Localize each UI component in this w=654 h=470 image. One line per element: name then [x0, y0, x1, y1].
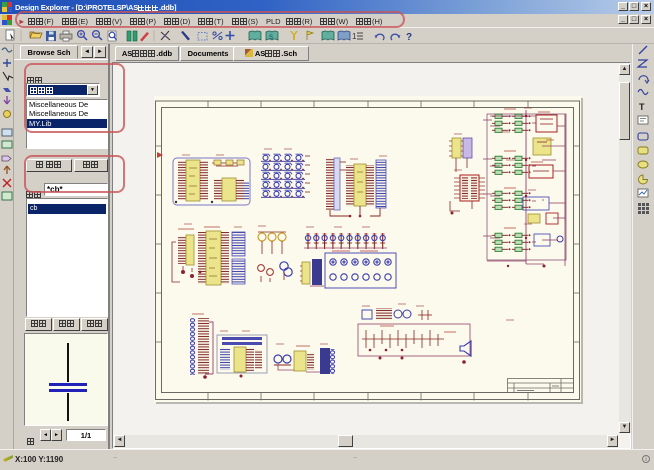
- svg-text:?: ?: [406, 32, 412, 43]
- svg-text:T: T: [639, 102, 645, 112]
- svg-text:1: 1: [352, 32, 357, 41]
- svg-text:S: S: [269, 35, 273, 41]
